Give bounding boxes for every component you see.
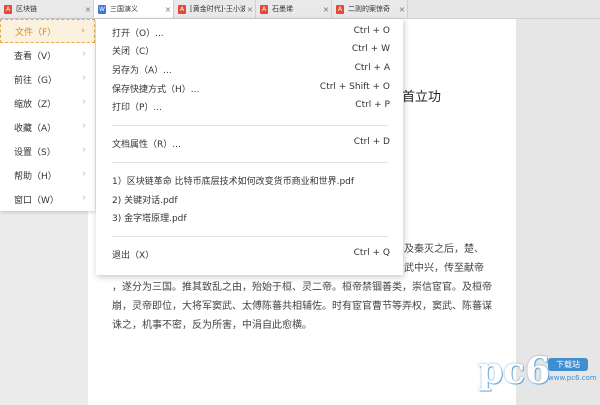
watermark-badge: 下载站	[548, 358, 588, 371]
menu-separator	[112, 125, 388, 126]
recent-file-label: 3) 金字塔原理.pdf	[112, 214, 187, 224]
document-line: 诛之，机事不密，反为所害，中涓自此愈横。	[112, 320, 312, 331]
tab-document[interactable]: A 区块链 ×	[0, 0, 94, 18]
menu-item-label: 查看（V）	[14, 51, 57, 62]
tab-document[interactable]: A [黄金时代]-王小波 ×	[174, 0, 256, 18]
tab-label: 石墨烯	[272, 5, 293, 13]
recent-file-label: 1）区块链革命 比特币底层技术如何改变货币商业和世界.pdf	[112, 177, 355, 187]
watermark-logo-text: pc6	[478, 350, 551, 392]
shortcut-label: Ctrl + Shift + O	[319, 82, 390, 92]
menu-item-zoom[interactable]: 缩放（Z） ›	[0, 91, 95, 115]
submenu-item-label: 打印（P）...	[112, 103, 163, 113]
submenu-item-save-shortcut[interactable]: 保存快捷方式（H）... Ctrl + Shift + O	[112, 82, 390, 96]
main-menu: 文件（F） › 查看（V） › 前往（G） › 缩放（Z） › 收藏（A） › …	[0, 19, 95, 211]
menu-item-label: 缩放（Z）	[14, 99, 57, 110]
chevron-right-icon: ›	[82, 193, 86, 203]
pdf-file-icon: A	[4, 4, 12, 14]
submenu-item-label: 另存为（A）...	[112, 66, 172, 76]
shortcut-label: Ctrl + W	[351, 44, 390, 54]
recent-file-item[interactable]: 1）区块链革命 比特币底层技术如何改变货币商业和世界.pdf	[112, 174, 390, 188]
chevron-right-icon: ›	[82, 121, 86, 131]
shortcut-label: Ctrl + D	[353, 137, 390, 147]
close-icon[interactable]: ×	[397, 5, 407, 14]
chevron-right-icon: ›	[81, 26, 85, 36]
submenu-item-open[interactable]: 打开（O）... Ctrl + O	[112, 26, 390, 40]
chevron-right-icon: ›	[82, 49, 86, 59]
recent-file-item[interactable]: 2) 关键对话.pdf	[112, 193, 390, 207]
menu-item-help[interactable]: 帮助（H） ›	[0, 163, 95, 187]
submenu-item-label: 文档属性（R）...	[112, 140, 181, 150]
menu-separator	[112, 162, 388, 163]
chevron-right-icon: ›	[82, 73, 86, 83]
document-line: 武中兴，传至献帝	[404, 263, 484, 274]
tab-document[interactable]: A 二则的案惊奇 ×	[332, 0, 408, 18]
menu-item-label: 收藏（A）	[14, 123, 57, 134]
menu-item-settings[interactable]: 设置（S） ›	[0, 139, 95, 163]
menu-item-label: 帮助（H）	[14, 171, 57, 182]
menu-item-view[interactable]: 查看（V） ›	[0, 43, 95, 67]
tab-document[interactable]: A 石墨烯 ×	[256, 0, 332, 18]
pdf-file-icon: A	[178, 4, 186, 14]
chevron-right-icon: ›	[82, 169, 86, 179]
watermark-url: www.pc6.com	[548, 374, 597, 382]
submenu-item-document-properties[interactable]: 文档属性（R）... Ctrl + D	[112, 137, 390, 151]
tab-label: 三国演义	[110, 5, 138, 13]
shortcut-label: Ctrl + Q	[353, 248, 390, 258]
shortcut-label: Ctrl + P	[355, 100, 390, 110]
menu-item-favorites[interactable]: 收藏（A） ›	[0, 115, 95, 139]
close-icon[interactable]: ×	[245, 5, 255, 14]
submenu-item-save-as[interactable]: 另存为（A）... Ctrl + A	[112, 63, 390, 77]
shortcut-label: Ctrl + A	[354, 63, 390, 73]
close-icon[interactable]: ×	[163, 5, 173, 14]
recent-file-label: 2) 关键对话.pdf	[112, 196, 178, 206]
recent-file-item[interactable]: 3) 金字塔原理.pdf	[112, 211, 390, 225]
tab-label: 二则的案惊奇	[348, 5, 390, 13]
document-line: 及秦灭之后，楚、	[404, 244, 484, 255]
shortcut-label: Ctrl + O	[353, 26, 390, 36]
submenu-item-label: 退出（X）	[112, 251, 155, 261]
pdf-file-icon: A	[336, 4, 344, 14]
chevron-right-icon: ›	[82, 97, 86, 107]
menu-item-label: 文件（F）	[15, 27, 57, 38]
chevron-right-icon: ›	[82, 145, 86, 155]
menu-separator	[112, 236, 388, 237]
menu-item-window[interactable]: 窗口（W） ›	[0, 187, 95, 211]
menu-item-label: 设置（S）	[14, 147, 56, 158]
menu-item-goto[interactable]: 前往（G） ›	[0, 67, 95, 91]
tab-label: 区块链	[16, 5, 37, 13]
pdf-file-icon: A	[260, 4, 268, 14]
menu-item-label: 窗口（W）	[14, 195, 59, 206]
submenu-item-close[interactable]: 关闭（C） Ctrl + W	[112, 44, 390, 58]
watermark-logo: pc6 下载站 www.pc6.com	[478, 348, 597, 396]
tab-document-active[interactable]: W 三国演义 ×	[94, 0, 174, 18]
tab-label: [黄金时代]-王小波	[190, 5, 245, 13]
document-title: 首立功	[402, 90, 442, 105]
document-line: ，遂分为三国。推其致乱之由，殆始于桓、灵二帝。桓帝禁锢善类，崇信宦官。及桓帝	[112, 282, 492, 293]
submenu-item-exit[interactable]: 退出（X） Ctrl + Q	[112, 248, 390, 262]
close-icon[interactable]: ×	[83, 5, 93, 14]
menu-item-file[interactable]: 文件（F） ›	[0, 19, 95, 43]
close-icon[interactable]: ×	[321, 5, 331, 14]
submenu-item-label: 关闭（C）	[112, 47, 155, 57]
submenu-item-label: 打开（O）...	[112, 29, 164, 39]
tab-bar: A 区块链 × W 三国演义 × A [黄金时代]-王小波 × A 石墨烯 × …	[0, 0, 600, 19]
file-submenu: 打开（O）... Ctrl + O 关闭（C） Ctrl + W 另存为（A）.…	[96, 19, 403, 275]
submenu-item-label: 保存快捷方式（H）...	[112, 85, 200, 95]
document-line: 崩，灵帝即位，大将军窦武、太傅陈蕃共相辅佐。时有宦官曹节等弄权，窦武、陈蕃谋	[112, 301, 492, 312]
submenu-item-print[interactable]: 打印（P）... Ctrl + P	[112, 100, 390, 114]
menu-item-label: 前往（G）	[14, 75, 57, 86]
word-file-icon: W	[98, 4, 106, 14]
